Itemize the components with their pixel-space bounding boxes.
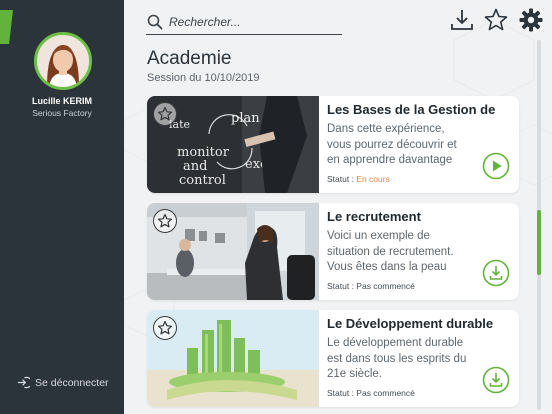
course-description: Voici un exemple de situation de recrute…: [327, 230, 454, 273]
course-status: Statut : En cours: [327, 174, 390, 184]
star-icon: [484, 8, 508, 31]
search-bar[interactable]: [146, 10, 342, 35]
search-icon: [147, 14, 163, 30]
svg-text:monitor: monitor: [177, 145, 230, 160]
sidebar: Lucille KERIM Serious Factory Se déconne…: [0, 0, 124, 414]
status-value: Pas commencé: [356, 281, 415, 291]
page-subtitle: Session du 10/10/2019: [147, 72, 260, 84]
favorite-toggle[interactable]: [153, 102, 177, 126]
download-icon: [482, 366, 510, 394]
course-status: Statut : Pas commencé: [327, 388, 415, 398]
scrollbar-thumb[interactable]: [537, 210, 541, 275]
avatar[interactable]: [34, 32, 92, 90]
status-value: Pas commencé: [356, 388, 415, 398]
logout-icon: [17, 376, 30, 389]
logout-label: Se déconnecter: [35, 376, 109, 389]
course-thumbnail: plan monitor and execute control iate: [147, 96, 319, 193]
download-icon: [451, 10, 473, 30]
brand-accent: [0, 10, 13, 44]
svg-text:plan: plan: [231, 111, 260, 126]
favorite-toggle[interactable]: [153, 209, 177, 233]
status-label: Statut :: [327, 174, 357, 184]
star-icon: [157, 106, 173, 121]
course-thumbnail: [147, 203, 319, 300]
course-title: Le recrutement: [327, 209, 421, 224]
status-value: En cours: [356, 174, 390, 184]
status-label: Statut :: [327, 388, 357, 398]
star-icon: [157, 320, 173, 335]
download-button[interactable]: [482, 366, 510, 394]
play-icon: [482, 152, 510, 180]
svg-text:and: and: [183, 159, 207, 174]
download-all-button[interactable]: [449, 7, 475, 33]
user-name: Lucille KERIM: [31, 96, 92, 106]
gear-icon: [519, 8, 543, 32]
main-content: Academie Session du 10/10/2019 plan moni…: [124, 0, 552, 414]
course-card[interactable]: Le Développement durable Le développemen…: [147, 310, 519, 407]
logout-button[interactable]: Se déconnecter: [17, 376, 109, 389]
course-card[interactable]: Le recrutement Voici un exemple de situa…: [147, 203, 519, 300]
scrollbar[interactable]: [537, 40, 541, 410]
page-title: Academie: [147, 48, 232, 69]
course-description: Dans cette expérience, vous pourrez déco…: [327, 123, 457, 166]
download-button[interactable]: [482, 259, 510, 287]
favorite-toggle[interactable]: [153, 316, 177, 340]
course-card[interactable]: plan monitor and execute control iate: [147, 96, 519, 193]
svg-text:control: control: [179, 173, 226, 188]
search-input[interactable]: [169, 15, 339, 29]
course-status: Statut : Pas commencé: [327, 281, 415, 291]
favorites-button[interactable]: [483, 7, 509, 33]
course-description: Le développement durable est dans tous l…: [327, 337, 467, 380]
download-icon: [482, 259, 510, 287]
course-thumbnail: [147, 310, 319, 407]
course-title: Le Développement durable: [327, 316, 494, 331]
status-label: Statut :: [327, 281, 357, 291]
star-icon: [157, 213, 173, 228]
play-button[interactable]: [482, 152, 510, 180]
user-company: Serious Factory: [32, 108, 92, 118]
settings-button[interactable]: [518, 7, 544, 33]
course-title: Les Bases de la Gestion de: [327, 102, 496, 117]
